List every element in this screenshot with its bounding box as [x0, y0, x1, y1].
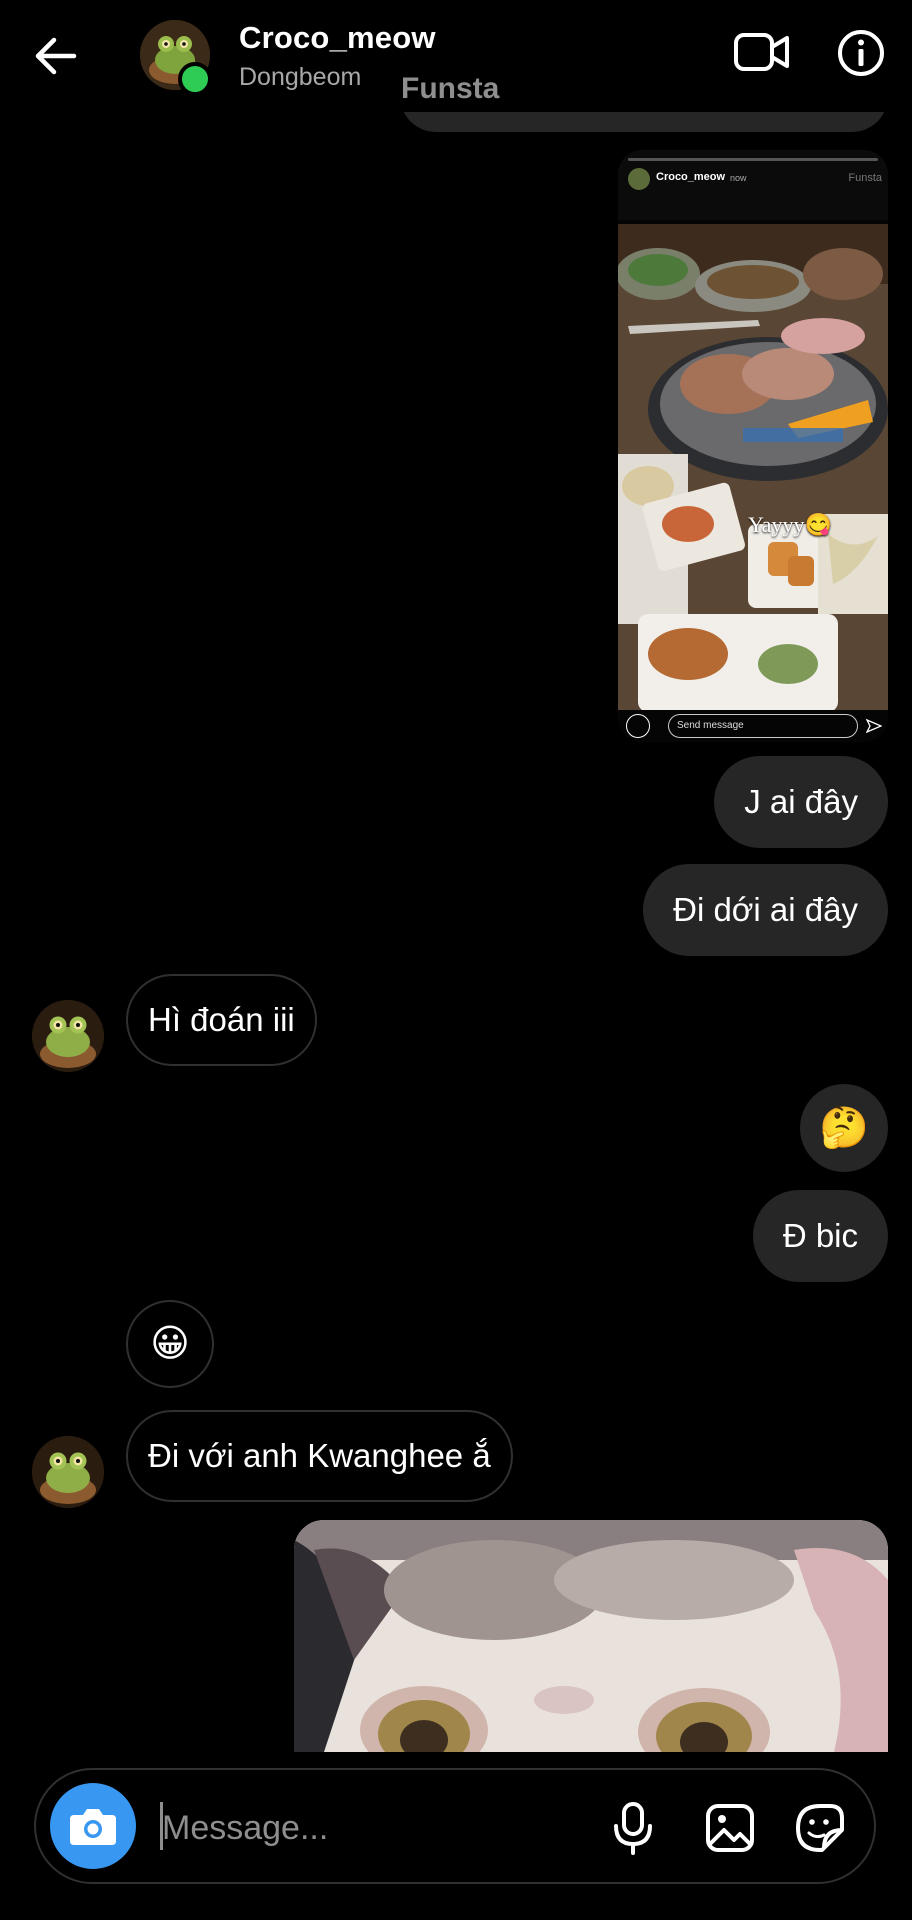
- story-username: Croco_meow: [656, 171, 726, 183]
- story-header: Croco_meow now Funsta: [618, 150, 888, 220]
- grinning-emoji: 😀: [150, 1323, 190, 1365]
- message-bubble-incoming[interactable]: Đi với anh Kwanghee ắ: [126, 1410, 513, 1502]
- info-icon[interactable]: [836, 28, 886, 78]
- message-bubble-outgoing[interactable]: 🤔: [800, 1084, 888, 1172]
- sticker-icon[interactable]: [794, 1802, 846, 1854]
- video-call-icon[interactable]: [733, 28, 791, 76]
- message-bubble-incoming[interactable]: 😀: [126, 1300, 214, 1388]
- story-food-photo: [618, 224, 888, 712]
- microphone-icon[interactable]: [610, 1800, 656, 1856]
- story-reply-bar: Send message: [618, 710, 888, 742]
- page-subtitle: Dongbeom: [239, 63, 362, 91]
- gallery-icon[interactable]: [704, 1802, 756, 1854]
- avatar[interactable]: [32, 1000, 104, 1072]
- message-bubble-outgoing[interactable]: Đi dới ai đây: [643, 864, 888, 956]
- message-bubble-incoming[interactable]: Hì đoán iii: [126, 974, 317, 1066]
- story-caption: Yayyy😋: [748, 512, 832, 537]
- online-status-dot: [178, 62, 212, 96]
- thinking-emoji: 🤔: [819, 1106, 869, 1150]
- story-tag: Funsta: [848, 172, 882, 184]
- story-avatar: [628, 168, 650, 190]
- camera-icon: [626, 714, 650, 738]
- message-input[interactable]: [160, 1800, 604, 1856]
- message-composer: [34, 1768, 876, 1884]
- shared-cat-photo[interactable]: [294, 1520, 888, 1752]
- shared-story-card[interactable]: Croco_meow now Funsta Yayyy😋 Send messag…: [618, 150, 888, 742]
- story-time: now: [730, 173, 747, 183]
- send-icon: [865, 718, 883, 734]
- story-progress-bar: [628, 158, 878, 161]
- page-title[interactable]: Croco_meow: [239, 20, 436, 56]
- camera-icon[interactable]: [50, 1783, 136, 1869]
- message-bubble-outgoing[interactable]: J ai đây: [714, 756, 888, 848]
- story-tag-label: Funsta: [401, 72, 500, 105]
- story-reply-field: Send message: [668, 714, 858, 738]
- message-bubble-outgoing[interactable]: Đ bic: [752, 1190, 888, 1282]
- back-arrow-icon[interactable]: [30, 32, 82, 80]
- avatar[interactable]: [32, 1436, 104, 1508]
